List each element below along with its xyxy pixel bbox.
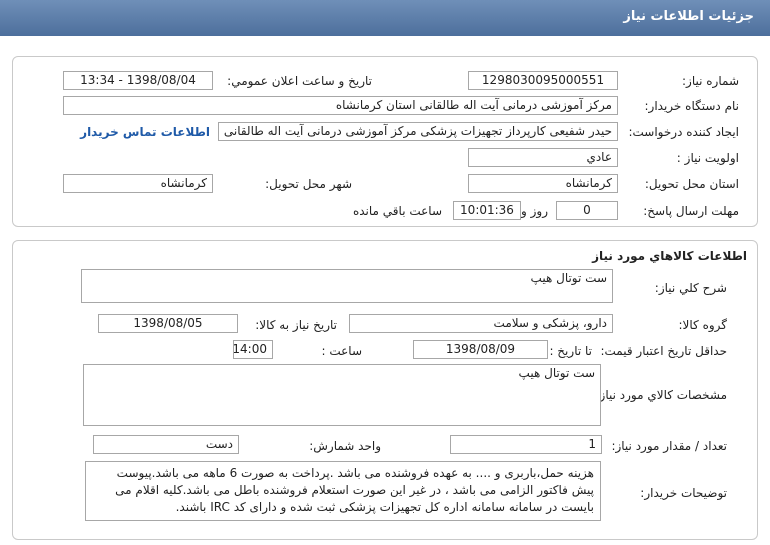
until-date-label: تا تاريخ : xyxy=(549,344,592,358)
buyer-org-field: مرکز آموزشی درمانی آیت اله طالقانی استان… xyxy=(63,96,618,115)
until-date-field: 1398/08/09 xyxy=(413,340,548,359)
deadline-label: مهلت ارسال پاسخ: xyxy=(643,204,739,218)
province-label: استان محل تحويل: xyxy=(644,177,739,191)
goods-group-field: دارو، پزشکی و سلامت xyxy=(349,314,613,333)
need-date-label: تاريخ نياز به کالا: xyxy=(255,318,337,332)
buyer-contact-link[interactable]: اطلاعات تماس خريدار xyxy=(80,125,210,139)
spec-field: ست توتال هیپ xyxy=(83,364,601,426)
buyer-notes-field: هزینه حمل،باربری و .... به عهده فروشنده … xyxy=(85,461,601,521)
summary-field: ست توتال هیپ xyxy=(81,269,613,303)
page-header: جزئيات اطلاعات نياز xyxy=(0,0,770,36)
priority-label: اولويت نياز : xyxy=(676,151,739,165)
announce-date-field: 1398/08/04 - 13:34 xyxy=(63,71,213,90)
unit-field: دست xyxy=(93,435,239,454)
province-field: کرمانشاه xyxy=(468,174,618,193)
announce-date-label: تاريخ و ساعت اعلان عمومي: xyxy=(227,74,372,88)
goods-group-label: گروه کالا: xyxy=(678,318,728,332)
need-date-field: 1398/08/05 xyxy=(98,314,238,333)
requester-field: حیدر شفیعی کارپرداز تجهیزات پزشکی مرکز آ… xyxy=(218,122,618,141)
city-field: کرمانشاه xyxy=(63,174,213,193)
summary-label: شرح کلي نياز: xyxy=(654,281,727,295)
need-number-label: شماره نياز: xyxy=(682,74,739,88)
unit-label: واحد شمارش: xyxy=(309,439,381,453)
deadline-time-field: 10:01:36 xyxy=(453,201,521,220)
remaining-label: ساعت باقي مانده xyxy=(352,204,442,218)
price-valid-label: حداقل تاريخ اعتبار قيمت: xyxy=(600,344,727,358)
city-label: شهر محل تحويل: xyxy=(265,177,352,191)
days-and-label: روز و xyxy=(521,204,548,218)
buyer-org-label: نام دستگاه خريدار: xyxy=(644,99,740,113)
quantity-label: تعداد / مقدار مورد نياز: xyxy=(611,439,727,453)
need-info-panel: شماره نياز: 1298030095000551 تاريخ و ساع… xyxy=(12,56,758,227)
deadline-days-field: 0 xyxy=(556,201,618,220)
quantity-field: 1 xyxy=(450,435,602,454)
hour-field: 14:00 xyxy=(233,340,273,359)
goods-info-panel: اطلاعات کالاهاي مورد نياز شرح کلي نياز: … xyxy=(12,240,758,540)
spec-label: مشخصات کالاي مورد نياز: xyxy=(595,388,727,402)
buyer-notes-label: توضيحات خريدار: xyxy=(640,486,727,500)
goods-section-title: اطلاعات کالاهاي مورد نياز xyxy=(592,249,747,263)
requester-label: ايجاد کننده درخواست: xyxy=(628,125,739,139)
hour-label: ساعت : xyxy=(321,344,362,358)
priority-field: عادي xyxy=(468,148,618,167)
page-title: جزئيات اطلاعات نياز xyxy=(623,9,754,24)
need-number-field: 1298030095000551 xyxy=(468,71,618,90)
